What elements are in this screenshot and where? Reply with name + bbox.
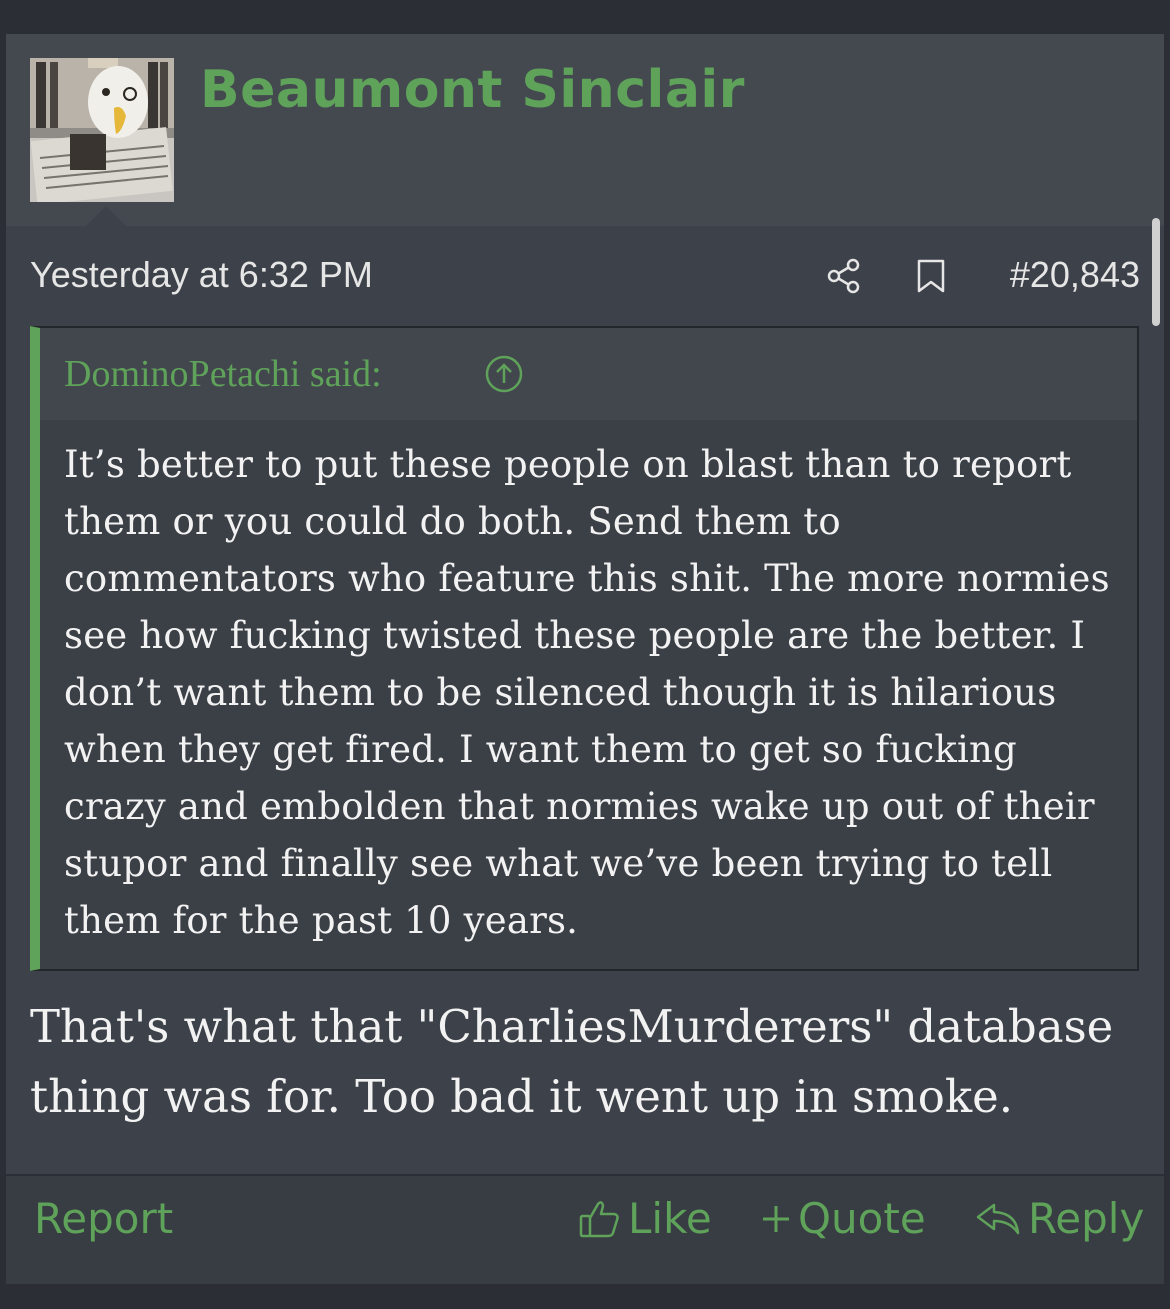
forum-post: Beaumont Sinclair Yesterday at 6:32 PM #… bbox=[6, 34, 1164, 1284]
header-pointer bbox=[86, 206, 126, 226]
post-actions: Report Like Quote Reply bbox=[6, 1174, 1164, 1284]
quote-text: It’s better to put these people on blast… bbox=[64, 443, 1110, 942]
avatar-image bbox=[30, 58, 174, 202]
arrow-up-circle-icon[interactable] bbox=[484, 354, 524, 394]
post-timestamp[interactable]: Yesterday at 6:32 PM bbox=[30, 254, 373, 296]
post-body: That's what that "CharliesMurderers" dat… bbox=[30, 1000, 1114, 1123]
username[interactable]: Beaumont Sinclair bbox=[200, 60, 745, 120]
report-button[interactable]: Report bbox=[34, 1194, 173, 1243]
like-button[interactable]: Like bbox=[578, 1194, 712, 1243]
quote-label: Quote bbox=[798, 1194, 926, 1243]
quote-block: DominoPetachi said: It’s better to put t… bbox=[30, 326, 1139, 971]
post-number[interactable]: #20,843 bbox=[1010, 254, 1140, 296]
quote-author[interactable]: DominoPetachi said: bbox=[64, 352, 382, 396]
scrollbar-thumb[interactable] bbox=[1152, 218, 1160, 326]
thumbs-up-icon bbox=[579, 1200, 619, 1237]
like-label: Like bbox=[628, 1194, 712, 1243]
reply-button[interactable]: Reply bbox=[974, 1194, 1144, 1243]
share-icon[interactable] bbox=[824, 256, 864, 296]
post-header: Beaumont Sinclair bbox=[6, 34, 1164, 226]
quote-header: DominoPetachi said: bbox=[40, 328, 1137, 420]
reply-label: Reply bbox=[1028, 1194, 1145, 1243]
avatar[interactable] bbox=[30, 58, 174, 202]
reply-arrow-icon bbox=[976, 1203, 1020, 1234]
report-label: Report bbox=[34, 1194, 174, 1243]
quote-button[interactable]: Quote bbox=[760, 1194, 926, 1243]
bookmark-icon[interactable] bbox=[914, 258, 948, 294]
plus-icon bbox=[763, 1205, 789, 1232]
post-meta: Yesterday at 6:32 PM #20,843 bbox=[30, 246, 1140, 306]
